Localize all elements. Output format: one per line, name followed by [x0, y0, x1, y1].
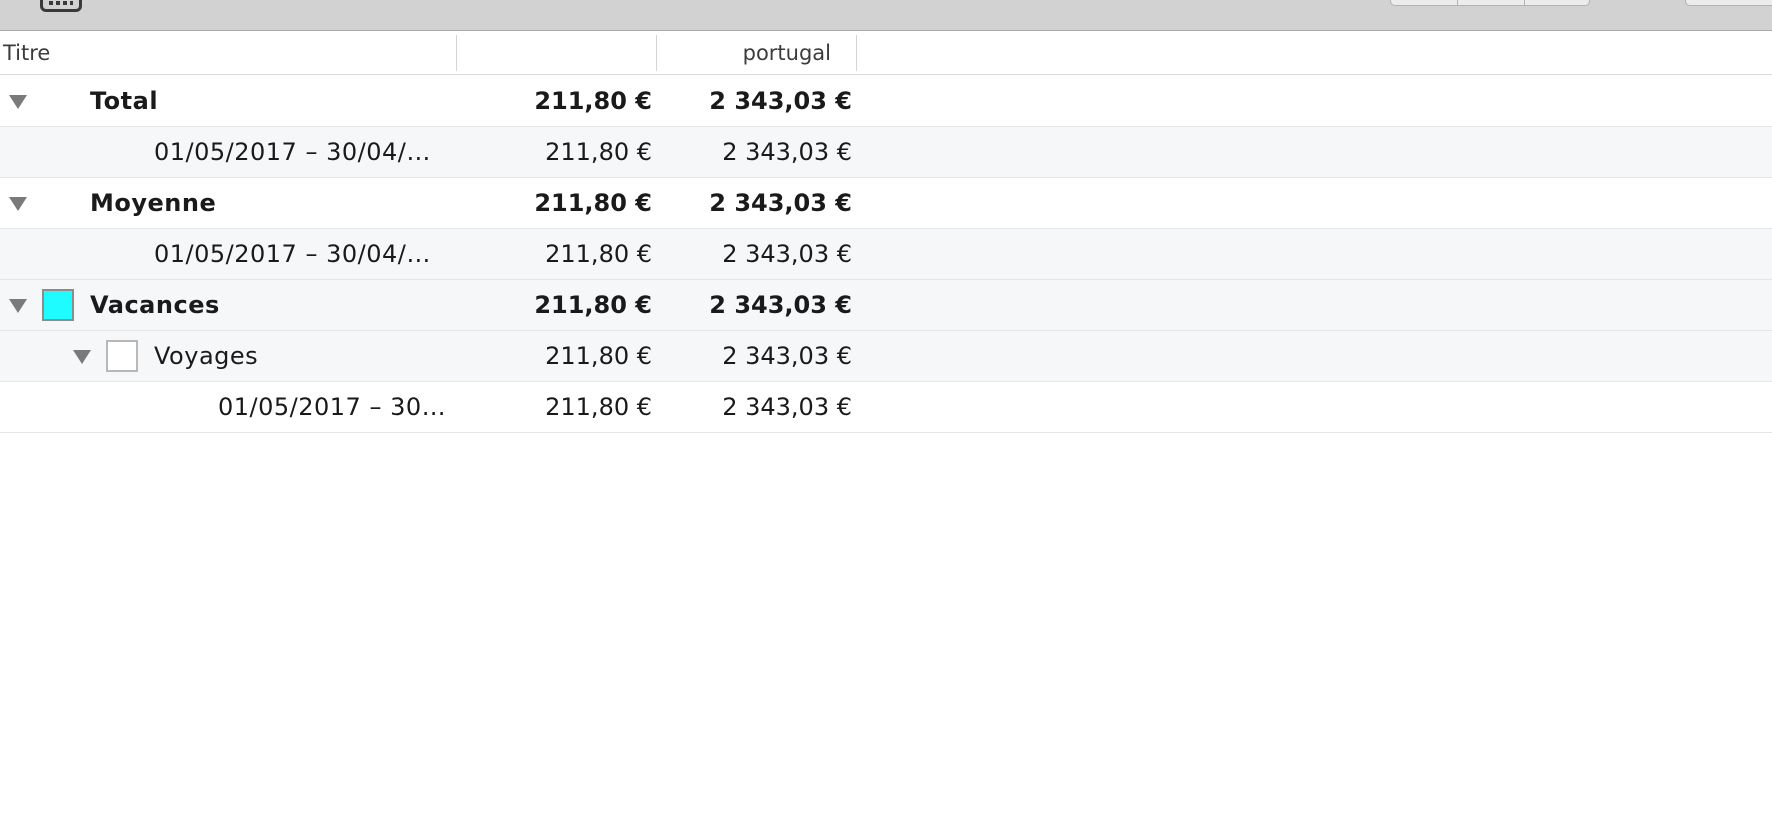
toolbar-button[interactable]: [1685, 0, 1772, 6]
row-value-portugal: 2 343,03 €: [722, 342, 852, 370]
toolbar: [0, 0, 1772, 31]
disclosure-triangle-icon[interactable]: [73, 350, 91, 364]
row-value-1: 211,80 €: [534, 291, 652, 319]
color-swatch-icon[interactable]: [42, 289, 74, 321]
row-title: Voyages: [154, 342, 259, 370]
table-row[interactable]: 01/05/2017 – 30/04/… 211,80 € 2 343,03 €: [0, 127, 1772, 178]
column-separator[interactable]: [856, 35, 857, 71]
row-value-portugal: 2 343,03 €: [722, 240, 852, 268]
row-title: 01/05/2017 – 30/04/…: [154, 240, 431, 268]
row-value-1: 211,80 €: [534, 189, 652, 217]
row-value-1: 211,80 €: [545, 393, 652, 421]
row-value-1: 211,80 €: [545, 138, 652, 166]
row-value-1: 211,80 €: [545, 342, 652, 370]
column-separator[interactable]: [656, 35, 657, 71]
color-swatch-icon[interactable]: [106, 340, 138, 372]
row-value-portugal: 2 343,03 €: [709, 189, 852, 217]
column-header-1[interactable]: [460, 33, 650, 74]
row-title: Vacances: [90, 291, 220, 319]
row-title: Total: [90, 87, 159, 115]
row-value-portugal: 2 343,03 €: [709, 87, 852, 115]
segmented-control[interactable]: [1390, 0, 1590, 6]
column-header-title[interactable]: Titre: [3, 33, 453, 74]
disclosure-triangle-icon[interactable]: [9, 95, 27, 109]
disclosure-triangle-icon[interactable]: [9, 299, 27, 313]
row-value-1: 211,80 €: [534, 87, 652, 115]
column-separator[interactable]: [456, 35, 457, 71]
table-row-moyenne[interactable]: Moyenne 211,80 € 2 343,03 €: [0, 178, 1772, 229]
table-row-vacances[interactable]: Vacances 211,80 € 2 343,03 €: [0, 280, 1772, 331]
table-row-voyages[interactable]: Voyages 211,80 € 2 343,03 €: [0, 331, 1772, 382]
column-header-portugal[interactable]: portugal: [660, 33, 831, 74]
table-row[interactable]: 01/05/2017 – 30… 211,80 € 2 343,03 €: [0, 382, 1772, 433]
outline-table: Total 211,80 € 2 343,03 € 01/05/2017 – 3…: [0, 76, 1772, 433]
keyboard-icon[interactable]: [40, 0, 82, 12]
row-title: Moyenne: [90, 189, 217, 217]
table-row[interactable]: 01/05/2017 – 30/04/… 211,80 € 2 343,03 €: [0, 229, 1772, 280]
row-value-1: 211,80 €: [545, 240, 652, 268]
row-title: 01/05/2017 – 30…: [218, 393, 447, 421]
row-value-portugal: 2 343,03 €: [722, 138, 852, 166]
row-value-portugal: 2 343,03 €: [722, 393, 852, 421]
disclosure-triangle-icon[interactable]: [9, 197, 27, 211]
table-header: Titre portugal: [0, 33, 1772, 75]
row-title: 01/05/2017 – 30/04/…: [154, 138, 431, 166]
table-row-total[interactable]: Total 211,80 € 2 343,03 €: [0, 76, 1772, 127]
row-value-portugal: 2 343,03 €: [709, 291, 852, 319]
